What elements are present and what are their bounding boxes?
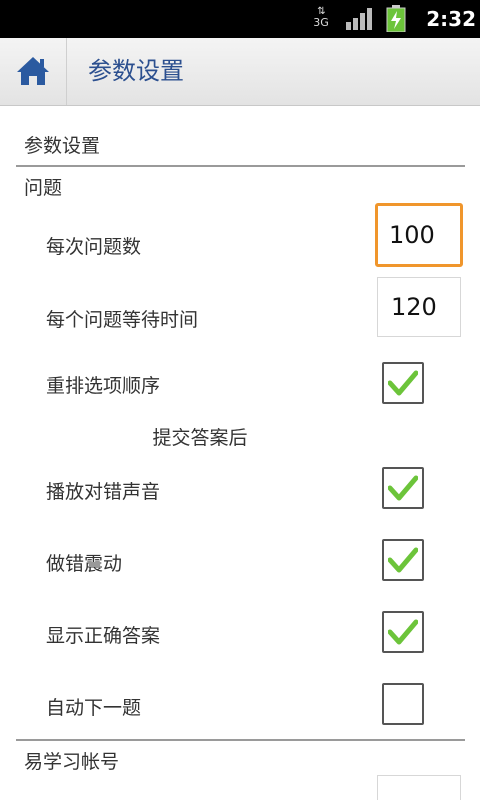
section-divider [16, 739, 465, 741]
wait-time-label: 每个问题等待时间 [46, 309, 199, 331]
signal-icon [346, 8, 372, 30]
shuffle-options-checkbox[interactable] [382, 362, 424, 404]
status-bar: ⇅ 3G 2:32 [0, 0, 480, 38]
questions-count-label: 每次问题数 [46, 236, 142, 258]
checkmark-icon [388, 547, 418, 573]
auto-next-checkbox[interactable] [382, 683, 424, 725]
play-sound-label: 播放对错声音 [46, 481, 161, 503]
section-title-questions: 问题 [24, 177, 63, 199]
play-sound-checkbox[interactable] [382, 467, 424, 509]
after-submit-subheader: 提交答案后 [152, 427, 248, 449]
shuffle-options-label: 重排选项顺序 [46, 375, 161, 397]
title-bar: 参数设置 [0, 38, 480, 106]
questions-count-input[interactable] [375, 203, 463, 267]
wait-time-input[interactable] [377, 277, 461, 337]
section-divider [16, 165, 465, 167]
battery-charging-icon [386, 5, 406, 32]
screen-header: 参数设置 [24, 135, 101, 157]
preferences-list: 参数设置 问题 每次问题数 每个问题等待时间 重排选项顺序 提交答案后 播放对错… [0, 105, 480, 800]
section-title-account: 易学习帐号 [24, 751, 120, 773]
status-time: 2:32 [426, 7, 476, 31]
network-3g-icon: ⇅ 3G [313, 6, 329, 29]
account-field-partial[interactable] [377, 775, 461, 800]
page-title: 参数设置 [88, 57, 184, 85]
show-correct-answer-label: 显示正确答案 [46, 625, 161, 647]
checkmark-icon [388, 619, 418, 645]
checkmark-icon [388, 370, 418, 396]
checkmark-icon [388, 475, 418, 501]
home-button[interactable] [0, 38, 67, 105]
vibrate-on-wrong-label: 做错震动 [46, 553, 123, 575]
show-correct-answer-checkbox[interactable] [382, 611, 424, 653]
home-icon [17, 57, 49, 85]
auto-next-label: 自动下一题 [46, 697, 142, 719]
vibrate-on-wrong-checkbox[interactable] [382, 539, 424, 581]
